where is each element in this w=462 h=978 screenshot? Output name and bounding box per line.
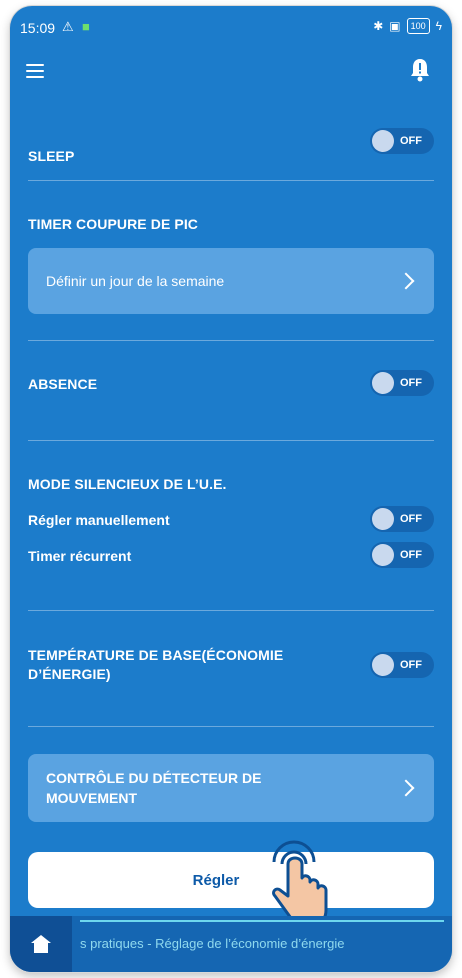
menu-icon[interactable] [26,64,44,78]
home-icon [31,935,51,953]
toggle-state: OFF [400,513,422,525]
toggle-knob [372,654,394,676]
absence-toggle[interactable]: OFF [370,370,434,396]
divider [28,610,434,611]
divider [28,340,434,341]
manual-setting-label: Régler manuellement [28,512,170,528]
sleep-title: SLEEP [28,148,75,164]
app-screen: 15:09 ⚠ ■ ✱ ▣ 100 ϟ SLEEP OFF TIMER COUP… [10,6,452,972]
base-temperature-title-line1: TEMPÉRATURE DE BASE(ÉCONOMIE [28,647,284,663]
bluetooth-icon: ✱ [373,19,384,33]
motion-detector-label-line2: MOUVEMENT [46,790,137,806]
base-temperature-title: TEMPÉRATURE DE BASE(ÉCONOMIE D’ÉNERGIE) [28,646,283,684]
app-notification-icon: ■ [82,19,90,34]
battery-icon: 100 [406,18,430,34]
peak-timer-title: TIMER COUPURE DE PIC [28,216,199,232]
recurrent-timer-label: Timer récurrent [28,548,132,564]
manual-setting-toggle[interactable]: OFF [370,506,434,532]
toggle-state: OFF [400,549,422,561]
base-temperature-title-line2: D’ÉNERGIE) [28,666,111,682]
peak-timer-weekday-button[interactable]: Définir un jour de la semaine [28,248,434,314]
silent-mode-title: MODE SILENCIEUX DE L’U.E. [28,476,227,492]
set-button-label: Régler [192,871,240,889]
chevron-right-icon [397,272,415,290]
recurrent-timer-toggle[interactable]: OFF [370,542,434,568]
status-bar: 15:09 ⚠ ■ ✱ ▣ 100 ϟ [10,6,452,46]
motion-detector-button[interactable]: CONTRÔLE DU DÉTECTEUR DE MOUVEMENT [28,754,434,822]
set-button[interactable]: Régler [28,852,434,908]
charging-icon: ϟ [435,19,442,33]
motion-detector-label-line1: CONTRÔLE DU DÉTECTEUR DE [46,770,262,786]
no-sim-icon: ▣ [389,19,401,33]
absence-title: ABSENCE [28,376,98,392]
base-temperature-toggle[interactable]: OFF [370,652,434,678]
bottom-bar: s pratiques - Réglage de l’économie d’én… [10,916,452,972]
toggle-knob [372,130,394,152]
divider [28,726,434,727]
footer-ticker: s pratiques - Réglage de l’économie d’én… [80,936,345,951]
bell-alert-icon[interactable] [410,58,430,82]
wifi-off-icon: ⚠ [62,19,74,34]
motion-detector-label: CONTRÔLE DU DÉTECTEUR DE MOUVEMENT [46,768,261,808]
top-bar [10,46,452,96]
toggle-knob [372,508,394,530]
home-button[interactable] [10,916,72,972]
toggle-state: OFF [400,659,422,671]
toggle-knob [372,372,394,394]
peak-timer-weekday-label: Définir un jour de la semaine [46,273,225,289]
sleep-toggle[interactable]: OFF [370,128,434,154]
toggle-state: OFF [400,377,422,389]
chevron-right-icon [397,779,415,797]
toggle-state: OFF [400,135,422,147]
bottom-accent-line [80,920,444,922]
status-time: 15:09 [20,20,56,36]
divider [28,440,434,441]
divider [28,180,434,181]
toggle-knob [372,544,394,566]
